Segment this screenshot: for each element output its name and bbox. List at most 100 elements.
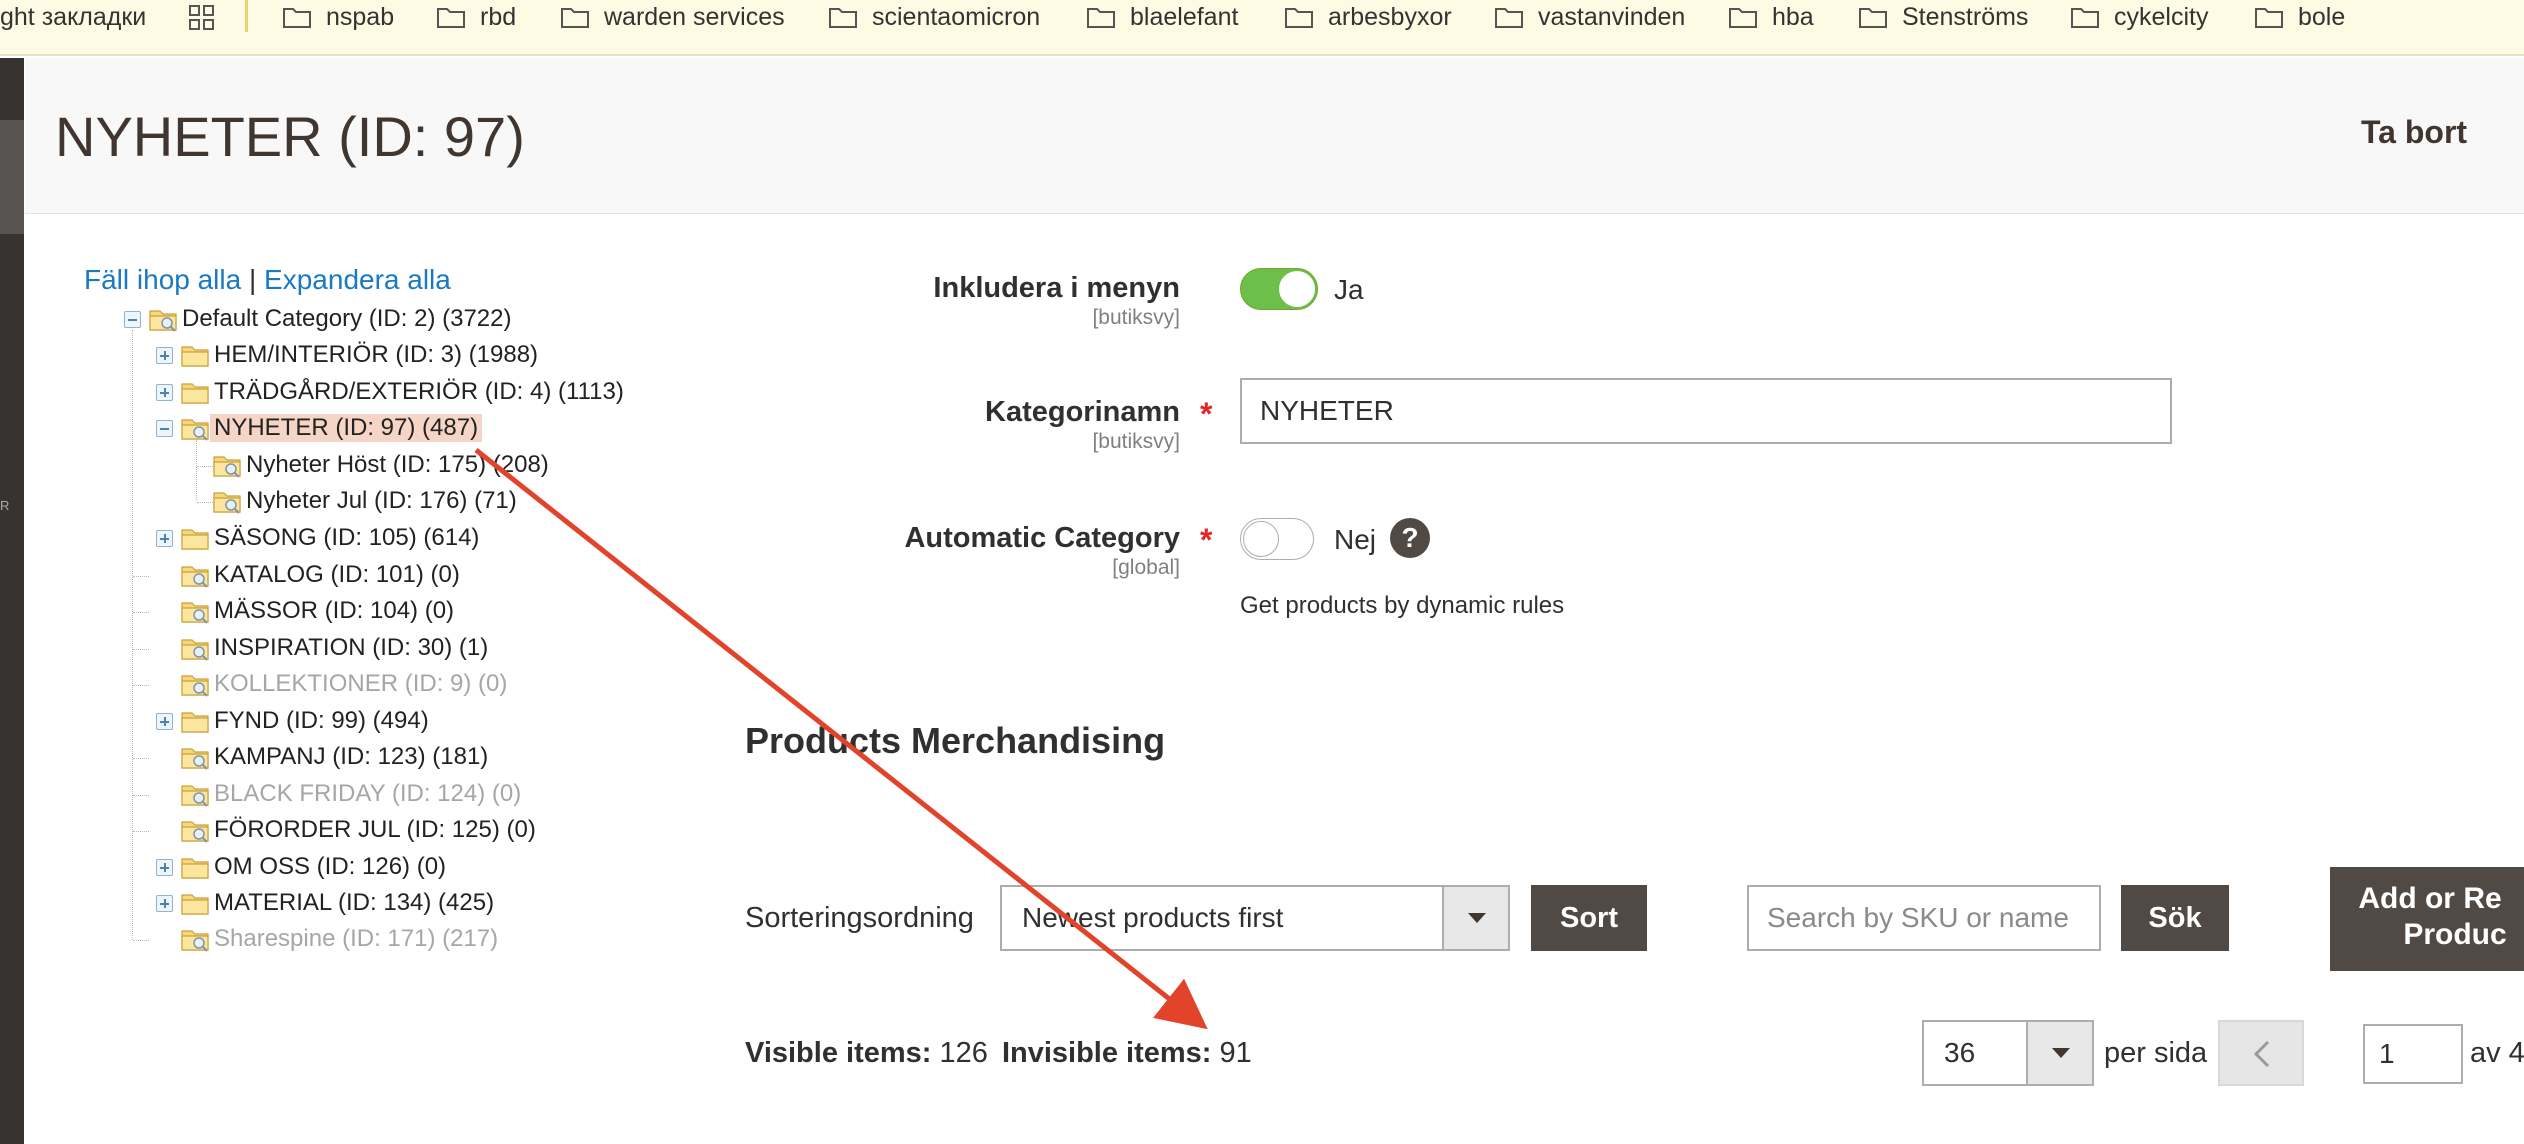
folder-icon — [181, 858, 209, 879]
tree-guide-line — [132, 330, 133, 940]
bookmark-folder[interactable]: Stenströms — [1858, 0, 2028, 34]
tree-node-label: Default Category (ID: 2) (3722) — [182, 305, 512, 332]
help-icon[interactable]: ? — [1390, 518, 1430, 558]
folder-icon — [828, 5, 858, 29]
add-or-remove-products-button[interactable]: Add or Re Produc — [2330, 867, 2524, 971]
tree-node[interactable]: KAMPANJ (ID: 123) (181) — [180, 740, 488, 774]
page-total-label: av 4 — [2470, 1037, 2524, 1069]
expand-icon[interactable] — [156, 713, 173, 730]
tree-node[interactable]: SÄSONG (ID: 105) (614) — [180, 521, 479, 555]
bookmark-folder[interactable]: nspab — [282, 0, 394, 34]
bookmark-label: ght закладки — [0, 2, 147, 31]
expand-icon[interactable] — [156, 530, 173, 547]
per-page-select[interactable]: 36 — [1922, 1020, 2094, 1086]
expand-icon[interactable] — [156, 384, 173, 401]
tree-node[interactable]: FYND (ID: 99) (494) — [180, 704, 429, 738]
bookmark-label: Stenströms — [1902, 2, 2029, 31]
sort-button[interactable]: Sort — [1531, 885, 1647, 951]
sidebar-letter: R — [0, 498, 10, 513]
bookmark-folder[interactable]: arbesbyxor — [1284, 0, 1452, 34]
product-search-input[interactable]: Search by SKU or name — [1747, 885, 2101, 951]
include-menu-value: Ja — [1334, 274, 1364, 305]
tree-guide-line — [196, 440, 197, 500]
automatic-category-value: Nej — [1334, 524, 1377, 555]
tree-guide-line — [133, 685, 149, 686]
folder-icon — [181, 675, 209, 697]
folder-icon — [560, 5, 590, 29]
tree-node[interactable]: Sharespine (ID: 171) (217) — [180, 922, 498, 956]
chevron-left-icon — [2253, 1040, 2270, 1068]
collapse-all-link[interactable]: Fäll ihop alla — [84, 264, 241, 295]
bookmark-folder[interactable]: blaelefant — [1086, 0, 1238, 34]
folder-icon — [2070, 5, 2100, 29]
folder-icon — [181, 383, 209, 404]
previous-page-button[interactable] — [2218, 1020, 2304, 1086]
tree-node[interactable]: NYHETER (ID: 97) (487) — [180, 411, 483, 445]
tree-node-label: NYHETER (ID: 97) (487) — [210, 414, 483, 442]
bookmark-folder[interactable]: warden services — [560, 0, 785, 34]
tree-guide-line — [133, 649, 149, 650]
tree-node[interactable]: FÖRORDER JUL (ID: 125) (0) — [180, 813, 536, 847]
tree-node-label: MATERIAL (ID: 134) (425) — [214, 889, 495, 916]
folder-icon — [181, 712, 209, 733]
automatic-category-note: Get products by dynamic rules — [1240, 592, 1565, 619]
sort-order-select[interactable]: Newest products first — [1000, 885, 1510, 951]
category-name-label: Kategorinamn — [985, 396, 1180, 428]
expand-icon[interactable] — [156, 895, 173, 912]
category-name-input[interactable]: NYHETER — [1240, 378, 2172, 444]
invisible-items-label: Invisible items: — [1001, 1037, 1212, 1069]
tree-node[interactable]: MATERIAL (ID: 134) (425) — [180, 886, 494, 920]
page-header: NYHETER (ID: 97) Ta bort — [25, 58, 2524, 214]
apps-grid-icon[interactable] — [188, 4, 216, 32]
tree-node[interactable]: INSPIRATION (ID: 30) (1) — [180, 631, 488, 665]
items-summary: Visible items: 126 Invisible items: 91 — [745, 1037, 1252, 1070]
page-number-input[interactable]: 1 — [2363, 1024, 2463, 1084]
bookmark-folder[interactable]: rbd — [436, 0, 516, 34]
tree-node[interactable]: HEM/INTERIÖR (ID: 3) (1988) — [180, 338, 538, 372]
expand-icon[interactable] — [156, 347, 173, 364]
include-menu-toggle[interactable] — [1240, 268, 1318, 310]
expand-all-link[interactable]: Expandera alla — [264, 264, 451, 295]
tree-guide-line — [133, 940, 149, 941]
admin-sidebar-strip: R — [0, 58, 24, 1144]
sort-order-label: Sorteringsordning — [745, 902, 974, 934]
tree-guide-line — [133, 795, 149, 796]
collapse-icon[interactable] — [156, 420, 173, 437]
toggle-knob — [1243, 521, 1279, 557]
tree-node-label: Nyheter Höst (ID: 175) (208) — [246, 451, 549, 478]
tree-node[interactable]: KATALOG (ID: 101) (0) — [180, 558, 460, 592]
tree-node[interactable]: BLACK FRIDAY (ID: 124) (0) — [180, 777, 521, 811]
automatic-category-toggle[interactable] — [1240, 518, 1314, 560]
folder-icon — [181, 566, 209, 588]
tree-node-label: Sharespine (ID: 171) (217) — [214, 925, 499, 952]
bookmark-label: arbesbyxor — [1328, 2, 1452, 31]
expand-icon[interactable] — [156, 859, 173, 876]
tree-guide-line — [133, 612, 149, 613]
bookmark-folder[interactable]: vastanvinden — [1494, 0, 1685, 34]
tree-node[interactable]: MÄSSOR (ID: 104) (0) — [180, 594, 454, 628]
bookmark-partial[interactable]: ght закладки — [0, 0, 146, 34]
folder-icon — [213, 456, 241, 478]
tree-node[interactable]: Default Category (ID: 2) (3722) — [148, 302, 511, 336]
delete-button[interactable]: Ta bort — [2361, 114, 2467, 151]
bookmark-folder[interactable]: cykelcity — [2070, 0, 2208, 34]
folder-icon — [181, 748, 209, 770]
bookmark-label: cykelcity — [2114, 2, 2209, 31]
tree-node-label: MÄSSOR (ID: 104) (0) — [214, 597, 455, 624]
automatic-category-label: Automatic Category — [904, 522, 1180, 554]
bookmark-folder[interactable]: scientaomicron — [828, 0, 1040, 34]
tree-node[interactable]: TRÄDGÅRD/EXTERIÖR (ID: 4) (1113) — [180, 375, 624, 409]
tree-node[interactable]: KOLLEKTIONER (ID: 9) (0) — [180, 667, 507, 701]
bookmark-folder[interactable]: bole — [2254, 0, 2345, 34]
tree-node[interactable]: OM OSS (ID: 126) (0) — [180, 850, 446, 884]
bookmark-label: hba — [1772, 2, 1814, 31]
folder-icon — [149, 310, 177, 332]
bookmark-folder[interactable]: hba — [1728, 0, 1814, 34]
search-button[interactable]: Sök — [2121, 885, 2229, 951]
tree-node[interactable]: Nyheter Jul (ID: 176) (71) — [212, 484, 517, 518]
tree-node[interactable]: Nyheter Höst (ID: 175) (208) — [212, 448, 549, 482]
collapse-icon[interactable] — [124, 311, 141, 328]
chevron-down-icon — [2026, 1022, 2092, 1084]
folder-icon — [436, 5, 466, 29]
tree-node-label: HEM/INTERIÖR (ID: 3) (1988) — [214, 341, 539, 368]
